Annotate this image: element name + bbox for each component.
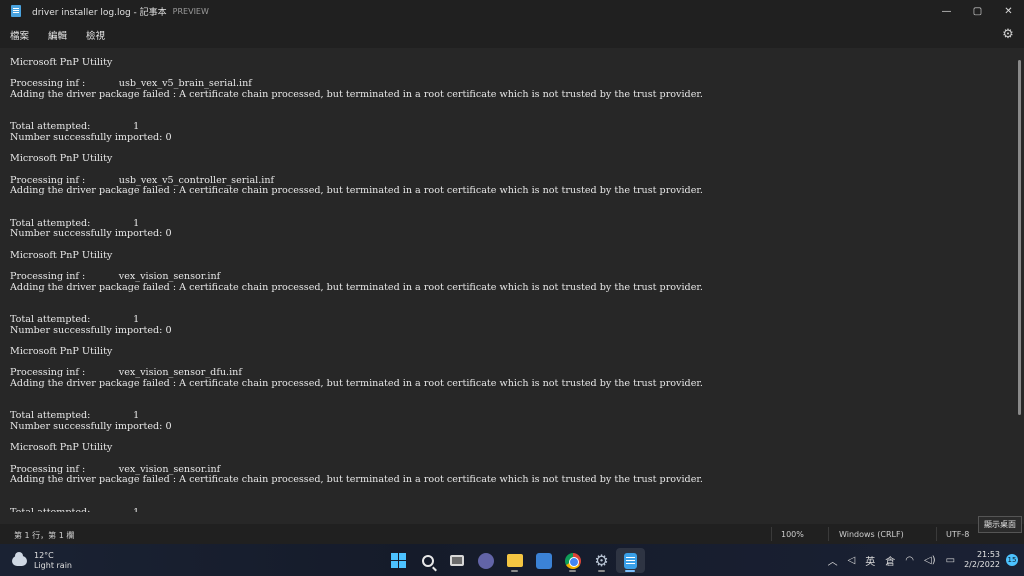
chrome-icon xyxy=(564,552,581,569)
running-indicator xyxy=(511,570,518,572)
notepad-button[interactable] xyxy=(616,548,645,573)
preview-label: PREVIEW xyxy=(172,6,209,16)
text-editor[interactable]: Microsoft PnP Utility Processing inf : u… xyxy=(0,48,1024,524)
taskbar: 12°C Light rain ⚙ ︿ ◁ 英 倉 ◠ ◁) ▭ 21:53 2… xyxy=(0,544,1024,576)
weather-description: Light rain xyxy=(34,561,72,570)
status-bar: 第 1 行，第 1 欄 100% Windows (CRLF) UTF-8 xyxy=(0,524,1024,544)
volume-icon[interactable]: ◁) xyxy=(924,555,936,566)
clock[interactable]: 21:53 2/2/2022 xyxy=(964,550,1000,570)
active-indicator xyxy=(625,570,635,572)
clock-date: 2/2/2022 xyxy=(964,560,1000,569)
running-indicator xyxy=(598,570,605,572)
chevron-up-icon[interactable]: ︿ xyxy=(828,553,838,568)
start-button[interactable] xyxy=(384,548,413,573)
taskbar-apps: ⚙ xyxy=(384,548,645,573)
running-indicator xyxy=(569,570,576,572)
notepad-app-icon xyxy=(11,5,21,17)
status-divider xyxy=(936,527,937,541)
title-bar: driver installer log.log - 記事本 PREVIEW —… xyxy=(0,0,1024,22)
start-icon xyxy=(391,553,406,568)
cursor-position: 第 1 行，第 1 欄 xyxy=(14,531,75,540)
system-tray: ︿ ◁ 英 倉 ◠ ◁) ▭ 21:53 2/2/2022 15 xyxy=(823,544,1024,576)
microsoft-store-icon xyxy=(535,552,552,569)
window-title: driver installer log.log - 記事本 xyxy=(32,7,167,18)
task-view-icon xyxy=(449,555,464,566)
search-icon xyxy=(421,554,434,567)
microsoft-store-button[interactable] xyxy=(529,548,558,573)
weather-widget[interactable]: 12°C Light rain xyxy=(12,551,72,571)
vertical-scrollbar[interactable] xyxy=(1018,60,1021,415)
cloud-rain-icon xyxy=(12,552,27,566)
settings-gear-icon[interactable]: ⚙ xyxy=(1001,28,1015,42)
line-ending: Windows (CRLF) xyxy=(839,530,904,539)
ime-mode[interactable]: 倉 xyxy=(885,553,895,568)
wifi-icon[interactable]: ◠ xyxy=(905,555,914,566)
minimize-button[interactable]: — xyxy=(931,0,962,22)
pen-menu-icon[interactable]: ◁ xyxy=(848,555,856,566)
menu-file[interactable]: 檔案 xyxy=(10,28,29,42)
settings-icon: ⚙ xyxy=(594,550,609,570)
settings-button[interactable]: ⚙ xyxy=(587,548,616,573)
file-explorer-icon xyxy=(506,554,523,567)
status-divider xyxy=(828,527,829,541)
zoom-level: 100% xyxy=(781,530,804,539)
notification-badge[interactable]: 15 xyxy=(1006,554,1018,566)
document-text[interactable]: Microsoft PnP Utility Processing inf : u… xyxy=(10,58,1004,512)
menu-bar: 檔案 編輯 檢視 ⚙ xyxy=(0,22,1024,48)
search-button[interactable] xyxy=(413,548,442,573)
close-button[interactable]: ✕ xyxy=(993,0,1024,22)
notepad-icon xyxy=(624,552,637,569)
clock-time: 21:53 xyxy=(976,550,1000,559)
teams-chat-button[interactable] xyxy=(471,548,500,573)
show-desktop-tooltip: 顯示桌面 xyxy=(978,516,1022,533)
window-controls: — ▢ ✕ xyxy=(931,0,1024,22)
file-explorer-button[interactable] xyxy=(500,548,529,573)
chrome-button[interactable] xyxy=(558,548,587,573)
weather-temperature: 12°C xyxy=(34,551,54,560)
encoding: UTF-8 xyxy=(946,530,970,539)
teams-chat-icon xyxy=(477,552,494,569)
input-language[interactable]: 英 xyxy=(865,553,875,568)
menu-edit[interactable]: 編輯 xyxy=(48,28,67,42)
menu-view[interactable]: 檢視 xyxy=(86,28,105,42)
maximize-button[interactable]: ▢ xyxy=(962,0,993,22)
task-view-button[interactable] xyxy=(442,548,471,573)
status-divider xyxy=(771,527,772,541)
battery-icon[interactable]: ▭ xyxy=(946,555,955,566)
